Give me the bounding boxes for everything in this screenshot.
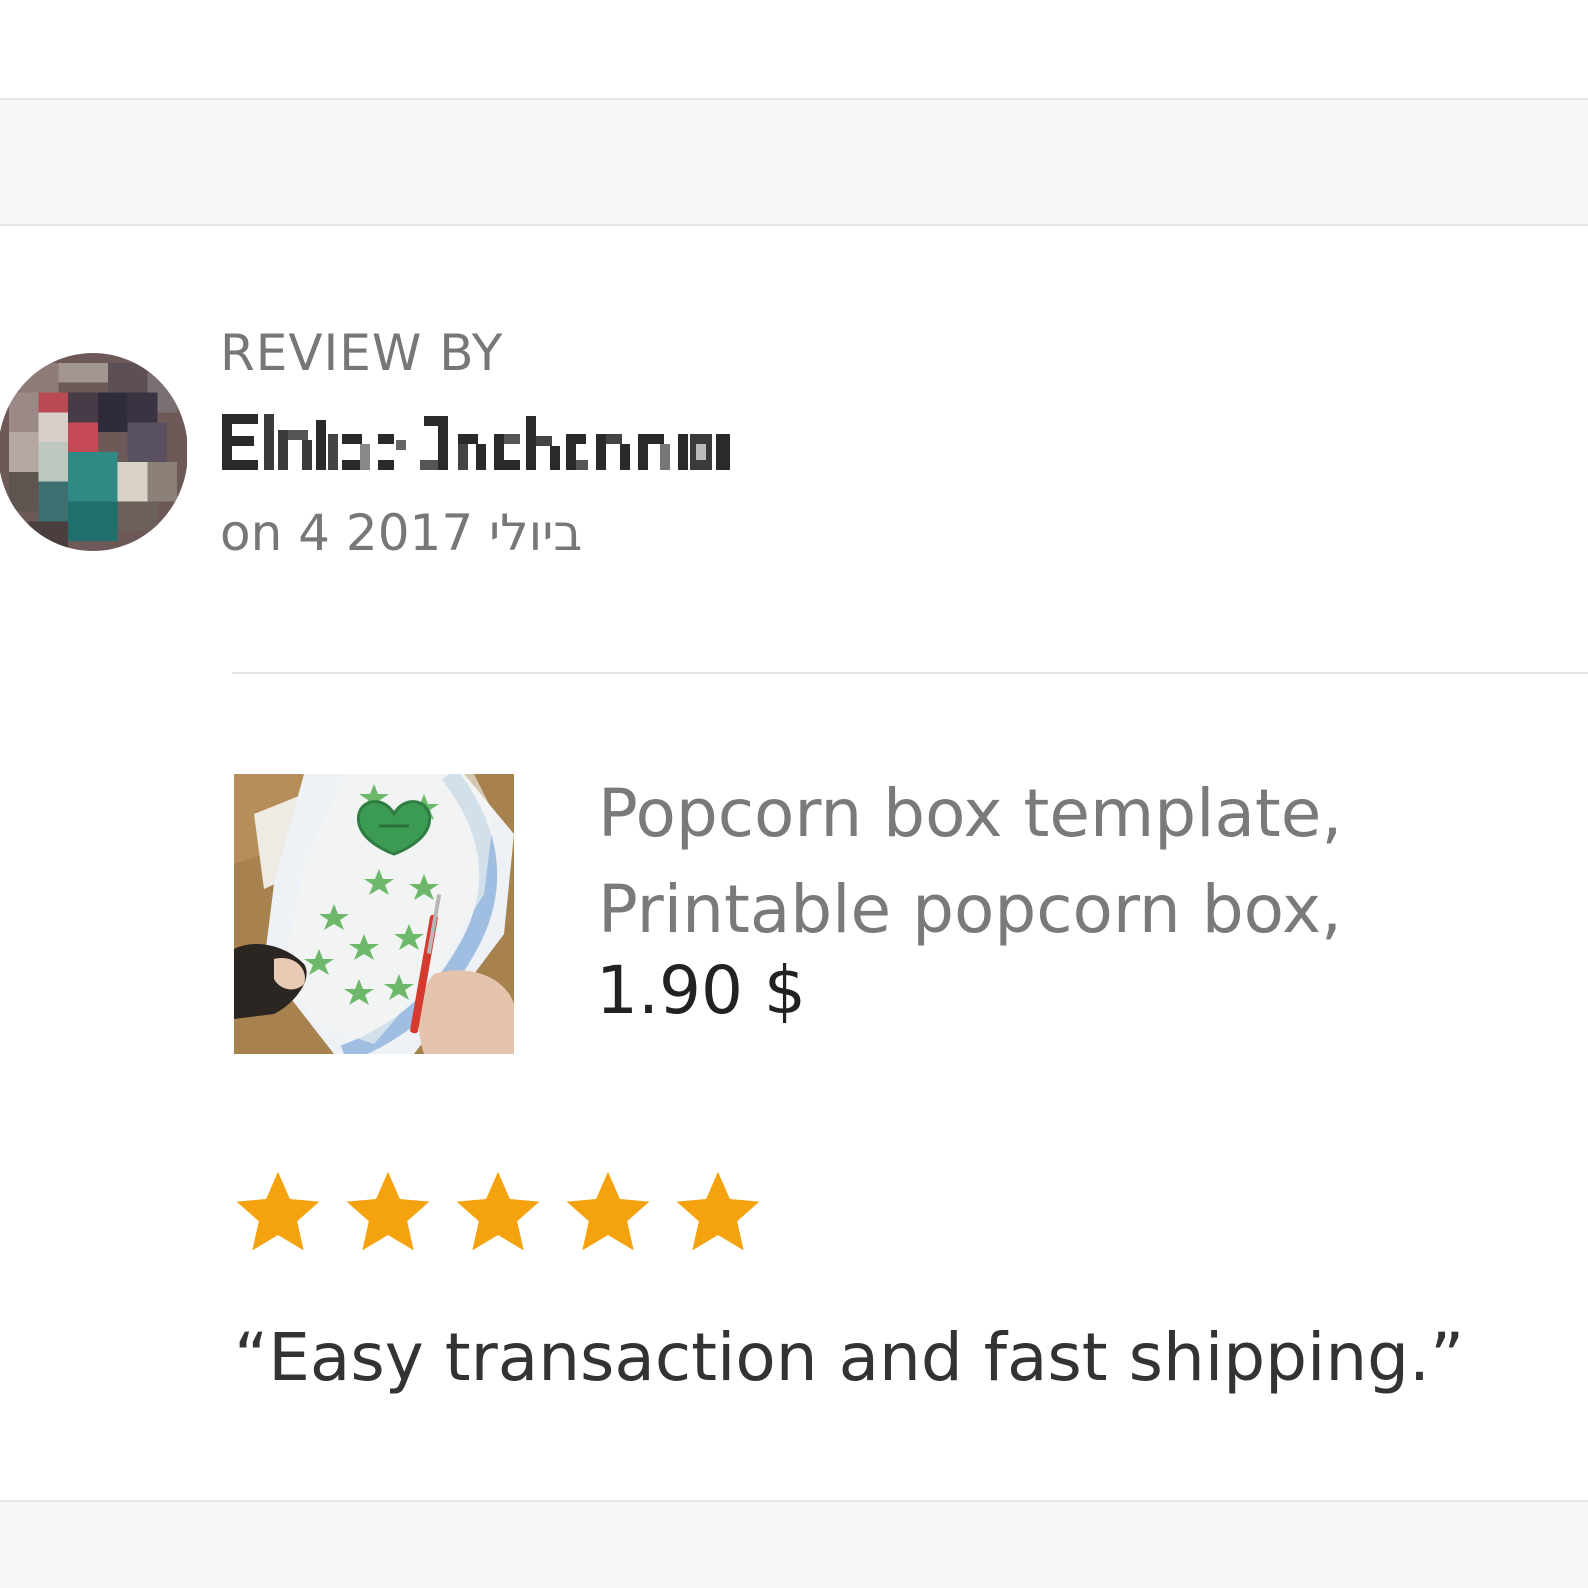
- review-text: “Easy transaction and fast shipping.”: [234, 1319, 1465, 1396]
- top-band: [0, 98, 1588, 226]
- reviewer-name[interactable]: [214, 410, 734, 474]
- reviewer-avatar[interactable]: [0, 353, 188, 551]
- review-by-label: REVIEW BY: [220, 324, 504, 382]
- product-title-line-2[interactable]: Printable popcorn box,: [598, 862, 1498, 958]
- product-title[interactable]: Popcorn box template, Printable popcorn …: [598, 766, 1498, 958]
- star-rating: [232, 1166, 782, 1258]
- star-icon: [452, 1166, 544, 1258]
- product-thumbnail[interactable]: [234, 774, 514, 1054]
- review-card-page: REVIEW BY on 4 2017 ביולי Popcorn box te…: [0, 0, 1588, 1588]
- star-icon: [672, 1166, 764, 1258]
- star-icon: [562, 1166, 654, 1258]
- product-title-line-1[interactable]: Popcorn box template,: [598, 766, 1498, 862]
- bottom-band: [0, 1500, 1588, 1588]
- star-icon: [232, 1166, 324, 1258]
- product-price: 1.90 $: [596, 952, 806, 1029]
- review-date: on 4 2017 ביולי: [220, 504, 583, 562]
- section-divider: [232, 672, 1588, 674]
- star-icon: [342, 1166, 434, 1258]
